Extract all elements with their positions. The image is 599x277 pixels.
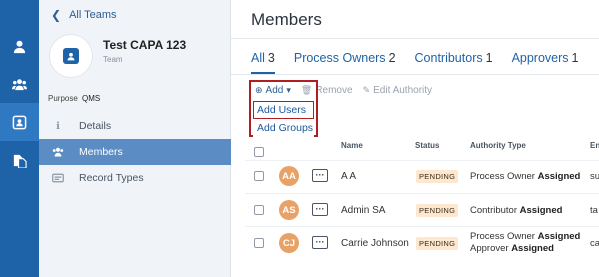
tab-approvers[interactable]: Approvers 1 [512,51,579,65]
authority-type: Process Owner Assigned Approver Assigned [470,231,580,255]
tab-contributors[interactable]: Contributors 1 [415,51,493,65]
divider [245,226,599,227]
add-dropdown-menu: Add Users Add Groups [253,101,314,137]
member-tabs: All 3 Process Owners 2 Contributors 1 Appro… [251,51,598,65]
more-options-button[interactable]: ··· [312,169,328,182]
authority-type: Process Owner Assigned [470,171,580,183]
team-icon [63,48,79,64]
sidebar-item-label: Details [79,120,112,132]
edit-authority-button[interactable]: ✎ Edit Authority [363,85,432,96]
authority-state: Assigned [519,205,563,216]
row-checkbox[interactable] [254,205,264,215]
members-panel: Members All 3 Process Owners 2 Contributor… [231,0,599,277]
authority-state: Assigned [537,231,581,242]
member-name: A A [341,171,357,182]
team-sidebar: ❮ All Teams Test CAPA 123 Team Purpose Q… [39,0,231,277]
sidebar-item-label: Record Types [79,172,144,184]
status-badge: PENDING [416,237,459,250]
authority-label: Process Owner [470,171,538,182]
app-rail [0,0,39,277]
tab-label: Approvers [511,51,569,65]
status-badge: PENDING [416,204,459,217]
column-header-authority-type[interactable]: Authority Type [470,141,526,150]
tab-all[interactable]: All 3 [251,51,275,65]
status-badge: PENDING [416,170,459,183]
select-all-checkbox[interactable] [254,147,264,157]
user-icon[interactable] [0,27,39,65]
tab-process-owners[interactable]: Process Owners 2 [294,51,396,65]
pencil-icon: ✎ [362,85,371,95]
sidebar-item-details[interactable]: ℹ Details [39,113,231,139]
tab-count: 2 [388,51,396,65]
divider [231,38,599,39]
row-checkbox[interactable] [254,238,264,248]
add-groups-menu-item[interactable]: Add Groups [253,119,314,137]
documents-icon[interactable] [0,141,39,179]
avatar: AS [279,200,299,220]
members-icon [51,146,65,158]
column-header-email[interactable]: En [590,141,599,150]
chevron-left-icon: ❮ [51,8,62,22]
authority-label: Approver [470,243,512,254]
group-icon[interactable] [0,65,39,103]
team-type: Team [103,55,123,64]
tab-label: Process Owners [293,51,386,65]
authority-state: Assigned [511,243,554,254]
divider [245,193,599,194]
authority-state: Assigned [537,171,581,182]
remove-label: Remove [315,85,353,96]
more-options-button[interactable]: ··· [312,236,328,249]
purpose-label: Purpose [48,94,78,103]
authority-label: Contributor [470,205,520,216]
avatar: AA [279,166,299,186]
team-purpose: Purpose QMS [48,94,100,103]
tab-count: 3 [267,51,275,65]
more-options-button[interactable]: ··· [312,203,328,216]
page-title: Members [251,10,322,29]
row-checkbox[interactable] [254,171,264,181]
purpose-value: QMS [82,94,101,103]
tab-count: 1 [571,51,579,65]
avatar: CJ [279,233,299,253]
back-to-all-teams-link[interactable]: ❮ All Teams [51,8,117,22]
column-header-status[interactable]: Status [415,141,439,150]
sidebar-item-members[interactable]: Members [39,139,231,165]
back-label: All Teams [69,9,117,21]
member-name: Admin SA [341,205,386,216]
authority-label: Process Owner [470,231,538,242]
sidebar-item-record-types[interactable]: Record Types [39,165,231,191]
divider [245,160,599,161]
member-email: ca [590,238,599,249]
sidebar-item-label: Members [79,146,123,158]
edit-authority-label: Edit Authority [373,85,433,96]
divider [231,74,599,75]
team-name: Test CAPA 123 [103,38,187,52]
member-email: ta [590,205,598,216]
column-header-name[interactable]: Name [341,141,363,150]
authority-type: Contributor Assigned [470,205,562,217]
add-users-menu-item[interactable]: Add Users [253,101,314,119]
member-name: Carrie Johnson [341,238,409,249]
record-types-icon [51,172,65,184]
team-avatar [49,34,93,78]
team-icon[interactable] [0,103,39,141]
member-email: su [590,171,599,182]
tab-label: All [251,51,265,65]
tab-count: 1 [485,51,493,65]
info-icon: ℹ [56,120,60,132]
tab-label: Contributors [414,51,483,65]
